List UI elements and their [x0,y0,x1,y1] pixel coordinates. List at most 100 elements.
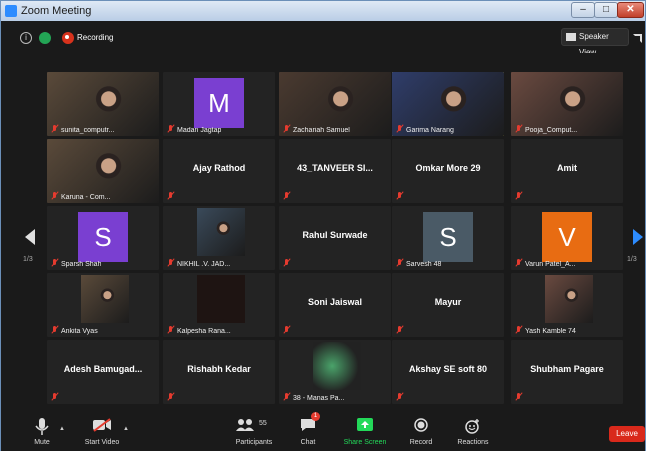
participant-tile[interactable]: Soni Jaiswal [279,273,391,337]
muted-mic-icon [396,259,403,267]
participant-tile[interactable]: Rishabh Kedar [163,340,275,404]
mute-button[interactable]: Mute [27,408,57,451]
reactions-button[interactable]: Reactions [453,408,493,451]
participant-tile[interactable]: 43_TANVEER SI... [279,139,391,203]
participant-name: Yash Kamble 74 [525,328,576,335]
participant-tile[interactable]: Yash Kamble 74 [511,273,623,337]
participant-name-center: Ajay Rathod [192,163,246,173]
participants-count: 55 [259,420,267,427]
gallery-view: sunita_computr... M Madan Jagtap Zachariah … [1,53,645,408]
participant-name: Varun Patel_A... [525,261,576,268]
participant-tile[interactable]: 38 - Manas Pa... [279,340,391,404]
participant-avatar: V [542,212,592,262]
muted-mic-icon [51,125,58,133]
muted-mic-icon [515,125,522,133]
participant-name-center: Rishabh Kedar [187,364,251,374]
start-video-button[interactable]: Start Video [79,408,125,451]
participant-name-center: Shubham Pagare [530,364,604,374]
muted-mic-icon [396,192,403,200]
view-grid-icon [566,33,576,41]
muted-mic-icon [396,326,403,334]
participant-tile[interactable]: Kalpesha Rana... [163,273,275,337]
participants-icon [236,419,254,431]
participant-tile[interactable]: Ankita Vyas [47,273,159,337]
participant-tile[interactable]: Akshay SE soft 80 [392,340,504,404]
participant-name: Zachariah Samuel [293,127,350,134]
participant-tile[interactable]: V Varun Patel_A... [511,206,623,270]
leave-button[interactable]: Leave [609,426,645,442]
maximize-button[interactable]: □ [594,2,618,18]
muted-mic-icon [283,393,290,401]
participant-tile[interactable]: Ajay Rathod [163,139,275,203]
share-screen-icon [357,418,373,431]
audio-options-caret-icon[interactable]: ▲ [59,426,65,432]
participant-video [81,275,129,323]
encryption-shield-icon[interactable] [39,32,51,44]
record-label: Record [409,439,433,446]
fullscreen-icon[interactable] [633,34,642,43]
participant-tile[interactable]: S Sparsh Shah [47,206,159,270]
muted-mic-icon [51,259,58,267]
participant-video [545,275,593,323]
chat-badge: 1 [311,412,320,421]
participant-tile[interactable]: Pooja_Comput... [511,72,623,136]
participant-tile[interactable]: Karuna - Com... [47,139,159,203]
page-indicator-left: 1/3 [23,256,33,263]
muted-mic-icon [283,259,290,267]
minimize-button[interactable]: – [571,2,595,18]
next-page-arrow-icon[interactable] [633,229,643,245]
close-button[interactable]: ✕ [617,2,644,18]
muted-mic-icon [396,393,403,401]
chat-label: Chat [300,439,316,446]
participant-name: Pooja_Comput... [525,127,578,134]
participant-video [197,275,245,323]
muted-mic-icon [515,326,522,334]
chat-button[interactable]: 1 Chat [293,408,323,451]
muted-mic-icon [515,393,522,401]
meeting-top-bar: i Recording Speaker View [1,21,645,57]
participant-tile[interactable]: NIKHIL .V. JAD... [163,206,275,270]
muted-mic-icon [167,326,174,334]
participant-tile[interactable]: sunita_computr... [47,72,159,136]
muted-mic-icon [396,125,403,133]
muted-mic-icon [515,192,522,200]
participant-name: Garima Narang [406,127,454,134]
video-options-caret-icon[interactable]: ▲ [123,426,129,432]
participant-name: NIKHIL .V. JAD... [177,261,231,268]
participant-avatar: S [423,212,473,262]
participant-tile[interactable]: Amit [511,139,623,203]
video-off-icon [93,418,111,432]
info-icon[interactable]: i [20,32,32,44]
recording-label: Recording [77,33,114,42]
participant-name-center: Mayur [434,297,462,307]
participant-tile[interactable]: Omkar More 29 [392,139,504,203]
participant-tile[interactable]: Shubham Pagare [511,340,623,404]
share-screen-button[interactable]: Share Screen [341,408,389,451]
participant-avatar: M [194,78,244,128]
participant-tile[interactable]: M Madan Jagtap [163,72,275,136]
muted-mic-icon [283,125,290,133]
record-button[interactable]: Record [406,408,436,451]
mute-label: Mute [34,439,50,446]
participant-tile[interactable]: Adesh Bamugad... [47,340,159,404]
participant-name: Madan Jagtap [177,127,222,134]
participant-avatar: S [78,212,128,262]
microphone-icon [35,418,49,435]
participant-video [197,208,245,256]
meeting-controls-bar: Mute ▲ Start Video ▲ 55 Participants 1 C… [1,408,645,451]
speaker-view-button[interactable]: Speaker View [561,28,629,57]
participant-name-center: Akshay SE soft 80 [408,364,488,374]
window-title: Zoom Meeting [21,5,92,17]
participant-name: Ankita Vyas [61,328,98,335]
participant-tile[interactable]: Garima Narang [392,72,504,136]
participants-button[interactable]: 55 Participants [231,408,277,451]
share-screen-label: Share Screen [343,439,387,446]
participant-tile[interactable]: Rahul Surwade [279,206,391,270]
title-bar: Zoom Meeting – □ ✕ [1,1,645,21]
participant-tile[interactable]: S Sarvesh 48 [392,206,504,270]
previous-page-arrow-icon[interactable] [25,229,35,245]
participant-tile[interactable]: Mayur [392,273,504,337]
muted-mic-icon [51,393,58,401]
participant-name-center: Omkar More 29 [415,163,481,173]
participant-tile[interactable]: Zachariah Samuel [279,72,391,136]
